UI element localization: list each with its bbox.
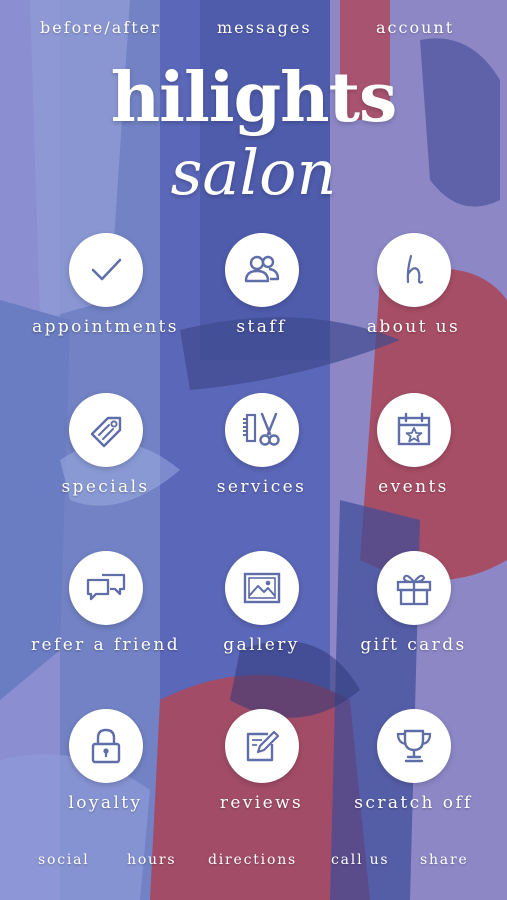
tile-label-appointments: appointments — [32, 317, 179, 337]
tile-label-events: events — [378, 477, 449, 497]
hours-link[interactable]: hours — [127, 852, 176, 868]
chat-bubbles-icon — [86, 573, 125, 601]
social-link[interactable]: social — [38, 852, 90, 868]
refer-a-friend-icon-circle[interactable] — [68, 551, 143, 625]
about-us-icon-circle[interactable] — [376, 233, 451, 307]
lock-icon — [91, 728, 120, 764]
appointments-icon-circle[interactable] — [68, 233, 143, 307]
account-link[interactable]: account — [376, 18, 454, 37]
tile-label-specials: specials — [61, 477, 150, 497]
tile-label-gallery: gallery — [223, 635, 300, 655]
checkmark-icon — [91, 258, 121, 281]
before-after-link[interactable]: before/after — [40, 18, 161, 37]
trophy-icon — [396, 729, 431, 763]
tile-label-about-us: about us — [366, 317, 461, 337]
tile-refer-a-friend[interactable]: refer a friend — [21, 551, 190, 655]
picture-icon — [243, 572, 280, 604]
tile-specials[interactable]: specials — [21, 393, 190, 497]
tile-staff[interactable]: staff — [177, 233, 346, 337]
calendar-star-icon — [397, 412, 430, 446]
services-icon-circle[interactable] — [224, 393, 299, 467]
tile-label-scratch-off: scratch off — [354, 793, 473, 813]
directions-link[interactable]: directions — [208, 852, 297, 868]
tile-label-staff: staff — [236, 317, 287, 337]
note-pencil-icon — [246, 730, 279, 762]
tile-gift-cards[interactable]: gift cards — [329, 551, 498, 655]
tile-label-loyalty: loyalty — [68, 793, 143, 813]
tile-scratch-off[interactable]: scratch off — [329, 709, 498, 813]
scratch-off-icon-circle[interactable] — [376, 709, 451, 783]
comb-scissors-icon — [242, 412, 280, 446]
people-icon — [244, 255, 279, 283]
gift-cards-icon-circle[interactable] — [376, 551, 451, 625]
loyalty-icon-circle[interactable] — [68, 709, 143, 783]
reviews-icon-circle[interactable] — [224, 709, 299, 783]
tile-label-reviews: reviews — [219, 793, 304, 813]
staff-icon-circle[interactable] — [224, 233, 299, 307]
tile-appointments[interactable]: appointments — [21, 233, 190, 337]
salon-name-title: hilights — [110, 58, 398, 138]
tile-reviews[interactable]: reviews — [177, 709, 346, 813]
tile-label-gift-cards: gift cards — [360, 635, 467, 655]
call-us-link[interactable]: call us — [331, 852, 389, 868]
messages-link[interactable]: messages — [217, 18, 312, 37]
events-icon-circle[interactable] — [376, 393, 451, 467]
specials-icon-circle[interactable] — [68, 393, 143, 467]
tile-loyalty[interactable]: loyalty — [21, 709, 190, 813]
tile-services[interactable]: services — [177, 393, 346, 497]
tag-icon — [90, 416, 121, 448]
bottom-nav: social hours directions call us share — [0, 852, 507, 878]
gallery-icon-circle[interactable] — [224, 551, 299, 625]
top-nav: before/after messages account — [0, 18, 507, 46]
share-link[interactable]: share — [420, 852, 469, 868]
gift-icon — [396, 574, 431, 606]
tile-about-us[interactable]: about us — [329, 233, 498, 337]
letter-h-icon — [406, 254, 423, 284]
tile-label-services: services — [216, 477, 307, 497]
tile-label-refer-a-friend: refer a friend — [31, 635, 180, 655]
tile-gallery[interactable]: gallery — [177, 551, 346, 655]
salon-name-subtitle: salon — [170, 136, 337, 209]
tile-events[interactable]: events — [329, 393, 498, 497]
